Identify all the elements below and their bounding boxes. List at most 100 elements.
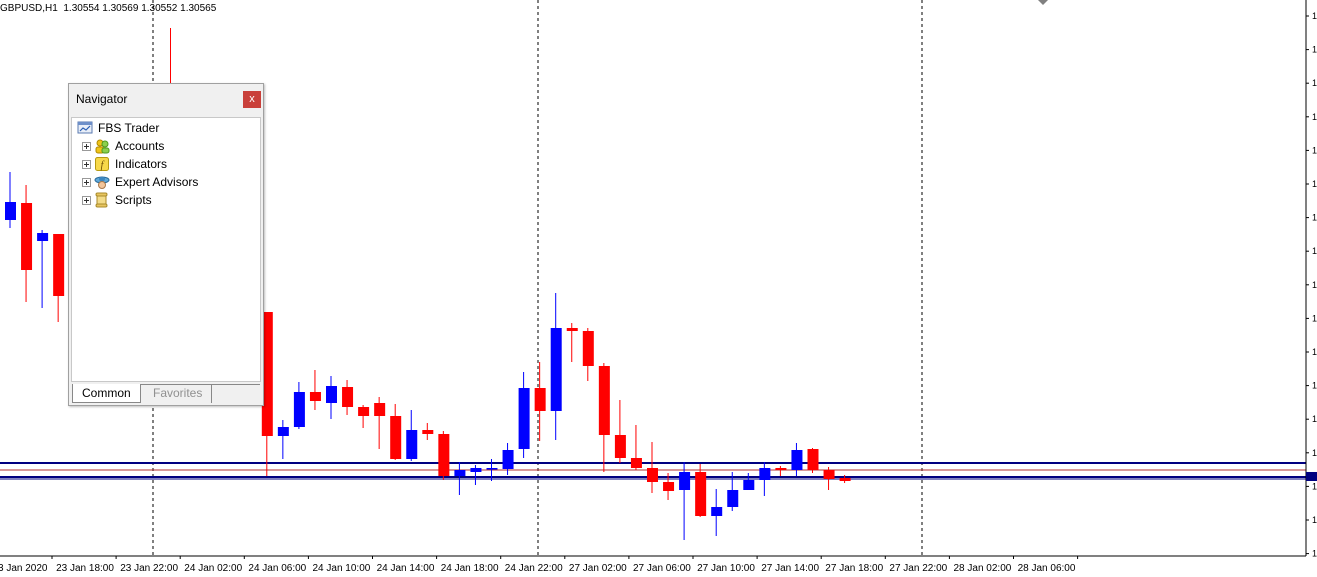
candle-body[interactable] [422,430,434,434]
navigator-tabs: Common Favorites [72,384,260,405]
candle-body[interactable] [293,392,305,427]
candle-body[interactable] [647,468,658,482]
tab-common[interactable]: Common [72,384,141,403]
candle-body[interactable] [550,328,562,411]
candle-body[interactable] [374,403,386,416]
candle-body[interactable] [582,331,594,366]
tree-item-label: Accounts [115,139,165,153]
time-tick-label: 24 Jan 10:00 [313,563,371,574]
candle-body[interactable] [358,407,370,416]
candle-body[interactable] [711,507,723,516]
time-tick-label: 27 Jan 22:00 [889,563,947,574]
candle-body[interactable] [775,468,787,470]
candle-body[interactable] [743,480,755,490]
candle-body[interactable] [807,449,819,470]
candle-body[interactable] [406,430,418,459]
candle-body[interactable] [518,388,530,449]
expert-advisors-icon [94,176,110,189]
candle-body[interactable] [695,472,707,516]
tree-item-accounts[interactable]: Accounts [82,137,164,155]
price-tick-label: 1 [1312,515,1317,525]
price-tick-label: 1 [1312,448,1317,458]
price-tick-label: 1 [1312,78,1317,88]
price-tick-label: 1 [1312,179,1317,189]
candle-body[interactable] [502,450,514,469]
candle-body[interactable] [309,392,321,401]
expand-icon[interactable] [82,195,91,205]
tree-item-scripts[interactable]: Scripts [82,191,152,209]
candle-body[interactable] [470,468,482,472]
candle-body[interactable] [454,470,466,476]
candle-body[interactable] [630,458,642,468]
navigator-tree[interactable]: FBS Trader Accounts f Indicators Expert … [71,117,261,382]
price-tick-label: 1 [1312,414,1317,424]
candle-body[interactable] [759,468,771,480]
time-tick-label: 27 Jan 02:00 [569,563,627,574]
candle-body[interactable] [679,472,691,490]
candle-body[interactable] [438,434,450,476]
candle-body[interactable] [277,427,289,436]
tree-item-label: Expert Advisors [115,175,199,189]
price-tick-label: 1 [1312,280,1317,290]
price-tick-label: 1 [1312,45,1317,55]
terminal-icon [77,121,93,134]
candle-body[interactable] [791,450,803,470]
navigator-panel[interactable]: Navigator x FBS Trader Accounts f Indica… [68,83,264,406]
price-tick-label: 1 [1312,213,1317,223]
time-tick-label: 23 Jan 22:00 [120,563,178,574]
price-tick-label: 1 [1312,11,1317,21]
time-tick-label: 27 Jan 18:00 [825,563,883,574]
candle-body[interactable] [326,386,337,403]
price-tick-label: 1 [1312,112,1317,122]
tree-root-label: FBS Trader [98,121,160,135]
current-price-marker [1306,472,1317,481]
navigator-title: Navigator [76,92,128,106]
candle-body[interactable] [37,233,49,241]
navigator-close-button[interactable]: x [243,91,261,108]
candle-body[interactable] [566,328,578,331]
tree-item-label: Indicators [115,157,168,171]
candle-body[interactable] [614,435,626,458]
price-tick-label: 1 [1312,313,1317,323]
tree-item-indicators[interactable]: f Indicators [82,155,167,173]
candle-body[interactable] [534,388,546,411]
candle-body[interactable] [21,203,33,270]
candle-body[interactable] [390,416,402,459]
time-tick-label: 27 Jan 10:00 [697,563,755,574]
tab-favorites[interactable]: Favorites [144,384,213,403]
candle-body[interactable] [5,202,16,220]
tree-item-fbs-trader[interactable]: FBS Trader [77,119,159,137]
time-tick-label: 27 Jan 14:00 [761,563,819,574]
time-tick-label: 24 Jan 18:00 [441,563,499,574]
expand-icon[interactable] [82,159,91,169]
time-tick-label: 24 Jan 14:00 [377,563,435,574]
time-tick-label: 24 Jan 02:00 [184,563,242,574]
candle-body[interactable] [342,387,354,407]
accounts-icon [95,139,110,154]
candle-body[interactable] [727,490,739,507]
time-tick-label: 24 Jan 22:00 [505,563,563,574]
candle-body[interactable] [839,478,851,481]
price-tick-label: 1 [1312,347,1317,357]
candle-body[interactable] [598,366,610,435]
price-tick-label: 1 [1312,145,1317,155]
scripts-icon [95,192,108,208]
expand-icon[interactable] [82,177,91,187]
tree-item-expert-advisors[interactable]: Expert Advisors [82,173,198,191]
candle-body[interactable] [486,468,498,470]
price-tick-label: 1 [1312,246,1317,256]
candle-body[interactable] [823,470,835,479]
symbol-info-label: GBPUSD,H1 1.30554 1.30569 1.30552 1.3056… [0,3,217,14]
indicators-icon: f [95,157,109,171]
expand-icon[interactable] [82,141,91,151]
time-tick-label: 23 Jan 18:00 [56,563,114,574]
time-tick-label: 28 Jan 06:00 [1018,563,1076,574]
time-tick-label: 27 Jan 06:00 [633,563,691,574]
chart-shift-marker[interactable] [1038,0,1048,5]
price-tick-label: 1 [1312,481,1317,491]
time-tick-label: 3 Jan 2020 [0,563,48,574]
time-tick-label: 28 Jan 02:00 [954,563,1012,574]
candle-body[interactable] [663,482,675,491]
candle-body[interactable] [53,234,65,296]
time-tick-label: 24 Jan 06:00 [248,563,306,574]
